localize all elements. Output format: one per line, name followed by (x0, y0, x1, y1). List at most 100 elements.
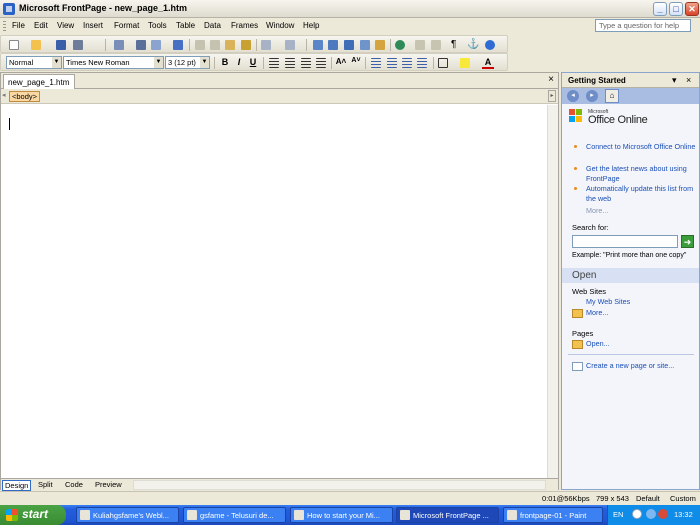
close-document-icon[interactable]: × (548, 74, 554, 85)
tab-split[interactable]: Split (36, 480, 55, 491)
link-pages-open[interactable]: Open... (586, 339, 696, 349)
undo-icon[interactable] (261, 40, 271, 50)
security-shield-icon[interactable] (658, 509, 668, 519)
italic-button[interactable]: I (233, 57, 245, 67)
cut-icon[interactable] (195, 40, 205, 50)
drawing-icon[interactable] (375, 40, 385, 50)
taskbar-item-paint[interactable]: frontpage-01 - Paint (503, 507, 603, 523)
link-web-more[interactable]: More... (586, 308, 696, 318)
menu-frames[interactable]: Frames (231, 21, 258, 30)
taskbar-item-how-to[interactable]: How to start your Mi... (290, 507, 393, 523)
menu-data[interactable]: Data (204, 21, 221, 30)
menubar-grip[interactable] (3, 21, 6, 31)
publish-icon[interactable] (114, 40, 124, 50)
layer-icon[interactable] (344, 40, 354, 50)
network-icon[interactable] (646, 509, 656, 519)
web-component-icon[interactable] (313, 40, 323, 50)
menu-edit[interactable]: Edit (34, 21, 48, 30)
taskbar-item-frontpage[interactable]: Microsoft FrontPage ... (396, 507, 499, 523)
font-color-button[interactable]: A (482, 57, 494, 69)
close-button[interactable]: ✕ (685, 2, 699, 16)
show-all-icon[interactable]: ¶ (451, 40, 461, 50)
body-tag-chip[interactable]: <body> (9, 91, 41, 102)
decrease-font-size-button[interactable]: A˅ (350, 57, 362, 64)
bullets-icon[interactable] (387, 58, 397, 68)
schema-default[interactable]: Default (636, 494, 660, 503)
task-pane-close-icon[interactable]: × (686, 75, 691, 85)
home-icon[interactable]: ⌂ (605, 89, 619, 103)
forward-icon[interactable]: ▸ (586, 90, 598, 102)
back-icon[interactable]: ◂ (567, 90, 579, 102)
menu-table[interactable]: Table (176, 21, 195, 30)
tab-preview[interactable]: Preview (93, 480, 124, 491)
taskbar-item-telusuri[interactable]: gsfame - Telusuri de... (183, 507, 286, 523)
justify-icon[interactable] (316, 58, 326, 68)
font-select[interactable]: Times New Roman ▼ (63, 56, 164, 69)
borders-icon[interactable] (438, 58, 448, 68)
page-resolution[interactable]: 799 x 543 (596, 494, 629, 503)
link-latest-news[interactable]: Get the latest news about using FrontPag… (586, 164, 696, 183)
underline-button[interactable]: U (247, 57, 259, 67)
align-left-icon[interactable] (269, 58, 279, 68)
paste-icon[interactable] (225, 40, 235, 50)
menu-insert[interactable]: Insert (83, 21, 103, 30)
tray-arrow-icon[interactable] (632, 509, 642, 519)
search-input[interactable] (572, 235, 678, 248)
hyperlink-icon[interactable] (395, 40, 405, 50)
style-select[interactable]: Normal ▼ (6, 56, 62, 69)
stop-icon[interactable] (431, 40, 441, 50)
tab-design[interactable]: Design (2, 480, 32, 491)
new-page-icon[interactable] (9, 40, 19, 50)
link-create-new-page[interactable]: Create a new page or site... (586, 361, 696, 371)
css-custom[interactable]: Custom (670, 494, 696, 503)
refresh-icon[interactable] (415, 40, 425, 50)
vertical-scrollbar[interactable] (547, 105, 558, 478)
menu-help[interactable]: Help (303, 21, 319, 30)
insert-picture-icon[interactable] (360, 40, 370, 50)
menu-window[interactable]: Window (266, 21, 294, 30)
increase-font-size-button[interactable]: A˄ (335, 57, 347, 66)
preview-icon[interactable] (151, 40, 161, 50)
open-icon[interactable] (31, 40, 41, 50)
menu-file[interactable]: File (12, 21, 25, 30)
link-connect-office-online[interactable]: Connect to Microsoft Office Online (586, 142, 696, 152)
search-icon[interactable] (73, 40, 83, 50)
bold-button[interactable]: B (219, 57, 231, 67)
insert-table-icon[interactable] (328, 40, 338, 50)
office-online-logo-text[interactable]: Office Online (588, 114, 648, 126)
menu-view[interactable]: View (57, 21, 74, 30)
help-icon[interactable] (485, 40, 495, 50)
link-my-web-sites[interactable]: My Web Sites (586, 297, 696, 307)
copy-icon[interactable] (210, 40, 220, 50)
tag-left-arrow-icon[interactable]: ◂ (2, 91, 6, 99)
ask-question-input[interactable]: Type a question for help (595, 19, 691, 32)
save-icon[interactable] (56, 40, 66, 50)
anchor-icon[interactable]: ⚓ (467, 40, 479, 50)
align-center-icon[interactable] (285, 58, 295, 68)
taskbar-item-weblog[interactable]: Kuliahgsfame's Webl... (76, 507, 179, 523)
search-go-icon[interactable]: ➜ (681, 235, 694, 248)
tag-right-arrow-icon[interactable]: ▸ (548, 90, 556, 102)
tab-new-page-1[interactable]: new_page_1.htm (3, 74, 75, 89)
horizontal-scrollbar[interactable] (133, 480, 546, 490)
minimize-button[interactable]: _ (653, 2, 667, 16)
tab-code[interactable]: Code (63, 480, 85, 491)
menu-format[interactable]: Format (114, 21, 139, 30)
maximize-button[interactable]: □ (669, 2, 683, 16)
increase-indent-icon[interactable] (417, 58, 427, 68)
format-painter-icon[interactable] (241, 40, 251, 50)
font-size-select[interactable]: 3 (12 pt) ▼ (165, 56, 210, 69)
editor-canvas[interactable] (1, 105, 547, 478)
numbering-icon[interactable] (371, 58, 381, 68)
menu-tools[interactable]: Tools (148, 21, 167, 30)
start-button[interactable]: start (0, 505, 66, 525)
decrease-indent-icon[interactable] (402, 58, 412, 68)
language-indicator[interactable]: EN (613, 510, 623, 519)
task-pane-menu-icon[interactable]: ▾ (672, 75, 677, 86)
print-icon[interactable] (136, 40, 146, 50)
redo-icon[interactable] (285, 40, 295, 50)
link-auto-update[interactable]: Automatically update this list from the … (586, 184, 696, 203)
highlight-icon[interactable] (460, 58, 470, 68)
spelling-icon[interactable] (173, 40, 183, 50)
align-right-icon[interactable] (301, 58, 311, 68)
